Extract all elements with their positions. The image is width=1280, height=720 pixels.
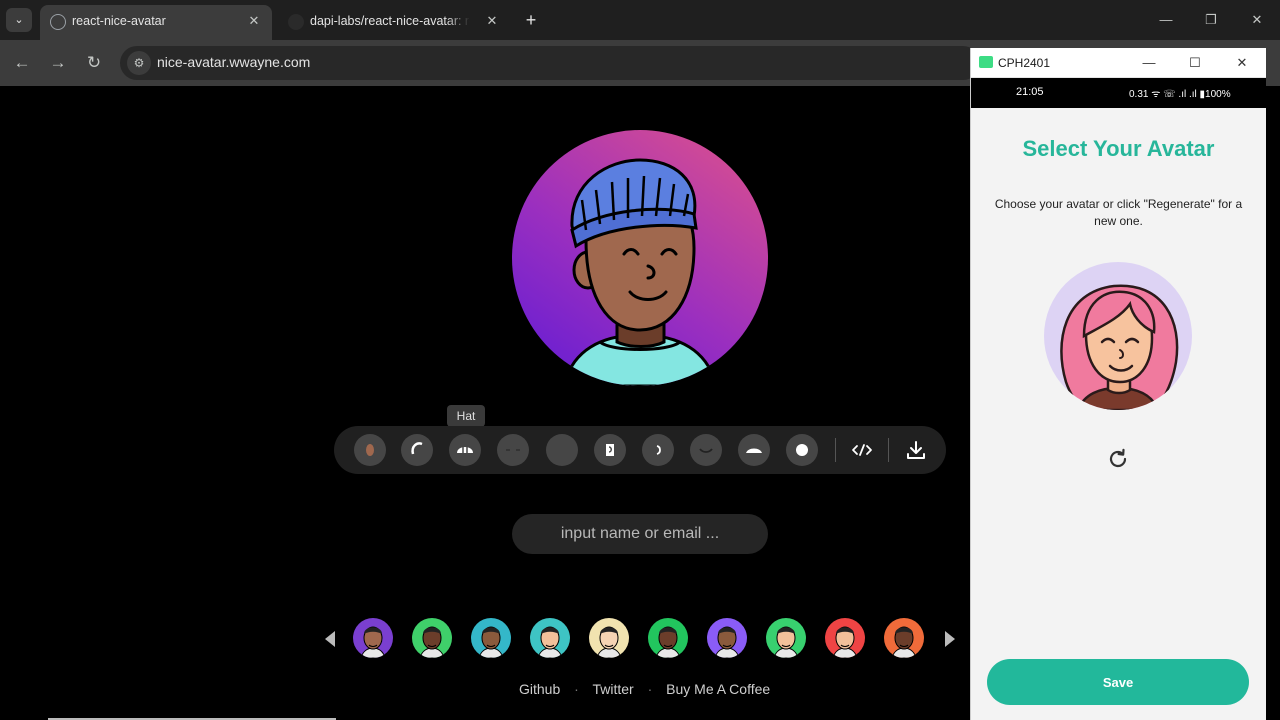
mouth-icon: [699, 448, 713, 453]
web-page: Hat Github · Twitter · Buy Me A Coffee: [0, 86, 970, 720]
close-window-button[interactable]: ✕: [1228, 52, 1256, 74]
editor-option-ear[interactable]: [594, 434, 626, 466]
github-link[interactable]: Github: [519, 681, 560, 697]
footer-links: Github · Twitter · Buy Me A Coffee: [519, 681, 770, 697]
footer-separator: ·: [574, 681, 579, 697]
chevron-left-icon[interactable]: [323, 630, 337, 648]
avatar-app-screen: Select Your Avatar Choose your avatar or…: [971, 108, 1266, 720]
avatar-thumbnail[interactable]: [707, 618, 747, 658]
phone-mirror-window: CPH2401 — ☐ ✕ 21:05 0.31 ᯤ ☏ .ıl .ıl ▮10…: [970, 48, 1266, 720]
close-window-button[interactable]: ✕: [1242, 8, 1272, 32]
avatar-thumbnail[interactable]: [589, 618, 629, 658]
new-tab-button[interactable]: +: [520, 9, 542, 31]
buy-me-a-coffee-link[interactable]: Buy Me A Coffee: [666, 681, 770, 697]
editor-option-nose[interactable]: [642, 434, 674, 466]
name-email-input[interactable]: [512, 514, 768, 554]
app-subtitle: Choose your avatar or click "Regenerate"…: [994, 197, 1243, 228]
editor-option-face[interactable]: [354, 434, 386, 466]
browser-tab-bar: ⌄ react-nice-avatar ✕ dapi-labs/react-ni…: [0, 0, 1280, 40]
editor-option-shirt[interactable]: [738, 434, 770, 466]
avatar-thumbnail[interactable]: [884, 618, 924, 658]
back-icon[interactable]: ←: [9, 50, 35, 76]
tab-github-repo[interactable]: dapi-labs/react-nice-avatar: react ✕: [278, 5, 510, 40]
download-icon[interactable]: [900, 434, 932, 466]
address-bar[interactable]: ⚙ nice-avatar.wwayne.com: [120, 46, 980, 80]
editor-option-background[interactable]: [786, 434, 818, 466]
code-icon[interactable]: [846, 434, 878, 466]
site-info-icon[interactable]: ⚙: [127, 51, 151, 75]
editor-option-glasses[interactable]: [546, 434, 578, 466]
forward-icon[interactable]: →: [45, 50, 71, 76]
selected-avatar[interactable]: [1044, 262, 1192, 410]
glasses-icon: [546, 434, 578, 466]
avatar-thumbnail[interactable]: [825, 618, 865, 658]
avatar-thumbnail[interactable]: [648, 618, 688, 658]
github-icon: [288, 14, 304, 30]
hat-icon: [457, 447, 473, 453]
tab-search-button[interactable]: ⌄: [6, 8, 32, 32]
face-icon: [366, 444, 374, 456]
close-icon[interactable]: ✕: [482, 11, 502, 31]
avatar-thumbnail[interactable]: [471, 618, 511, 658]
tooltip: Hat: [447, 405, 485, 427]
maximize-button[interactable]: ☐: [1181, 52, 1209, 74]
phone-status-bar: 21:05 0.31 ᯤ ☏ .ıl .ıl ▮100%: [971, 78, 1266, 108]
toolbar-divider: [835, 438, 836, 462]
minimize-button[interactable]: —: [1135, 52, 1163, 74]
editor-option-mouth[interactable]: [690, 434, 722, 466]
footer-separator: ·: [647, 681, 653, 697]
shirt-icon: [746, 448, 762, 453]
avatar-editor-toolbar: [334, 426, 946, 474]
restore-button[interactable]: ❐: [1196, 8, 1226, 32]
editor-option-hair[interactable]: [401, 434, 433, 466]
tab-react-nice-avatar[interactable]: react-nice-avatar ✕: [40, 5, 272, 40]
save-button[interactable]: Save: [987, 659, 1249, 705]
app-title: Select Your Avatar: [1022, 136, 1215, 161]
globe-icon: [50, 14, 66, 30]
status-icons: 0.31 ᯤ ☏ .ıl .ıl ▮100%: [1129, 89, 1231, 100]
hair-icon: [411, 442, 423, 455]
regenerate-icon[interactable]: [1107, 448, 1129, 470]
status-time: 21:05: [1016, 86, 1044, 98]
reload-icon[interactable]: ↻: [81, 50, 107, 76]
minimize-button[interactable]: —: [1151, 8, 1181, 32]
ear-icon: [606, 444, 614, 456]
chevron-right-icon[interactable]: [943, 630, 957, 648]
tab-title: react-nice-avatar: [72, 14, 166, 28]
android-icon: [979, 56, 993, 68]
url-text: nice-avatar.wwayne.com: [157, 54, 311, 70]
close-icon[interactable]: ✕: [244, 11, 264, 31]
avatar-thumbnail[interactable]: [353, 618, 393, 658]
avatar-thumbnail[interactable]: [412, 618, 452, 658]
phone-window-title: CPH2401: [998, 56, 1051, 70]
tab-title: dapi-labs/react-nice-avatar: react: [310, 14, 470, 28]
phone-window-titlebar: CPH2401 — ☐ ✕: [971, 48, 1266, 78]
avatar-thumbnail[interactable]: [766, 618, 806, 658]
nose-icon: [656, 445, 661, 455]
editor-option-hat[interactable]: [449, 434, 481, 466]
editor-option-eyes[interactable]: [497, 434, 529, 466]
background-icon: [796, 444, 808, 456]
main-avatar: [512, 130, 768, 386]
avatar-thumbnail[interactable]: [530, 618, 570, 658]
toolbar-divider: [888, 438, 889, 462]
twitter-link[interactable]: Twitter: [592, 681, 633, 697]
eyes-icon: [506, 449, 520, 451]
